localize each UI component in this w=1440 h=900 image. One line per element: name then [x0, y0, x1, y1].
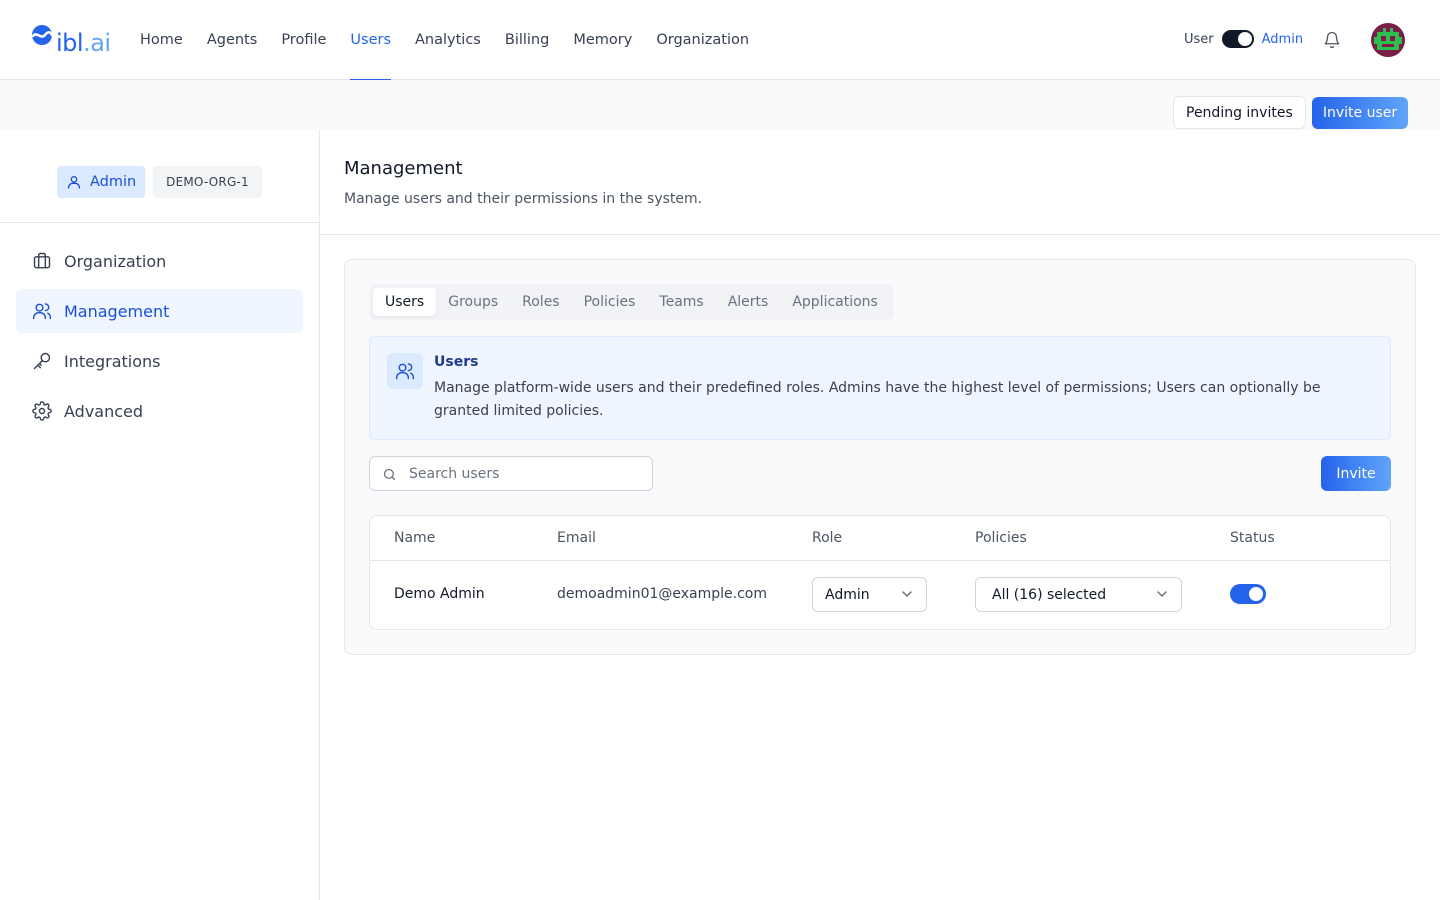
info-title: Users	[434, 354, 479, 370]
mode-toggle-knob	[1237, 32, 1252, 46]
page-header: Management Manage users and their permis…	[320, 130, 1440, 235]
users-info-icon-box	[387, 353, 423, 389]
policies-select[interactable]: All (16) selected	[975, 577, 1182, 612]
user-email: demoadmin01@example.com	[557, 586, 767, 602]
sidebar-item-label: Organization	[64, 251, 167, 271]
mode-user-label: User	[1184, 31, 1214, 47]
top-navigation: ibl.ai Home Agents Profile Users Analyti…	[0, 0, 1440, 81]
tab-policies[interactable]: Policies	[572, 288, 648, 316]
users-table: Name Email Role Policies Status Demo Adm…	[369, 515, 1391, 630]
policies-select-value: All (16) selected	[992, 586, 1107, 603]
sidebar-nav: Organization Management Integrations Adv…	[16, 239, 303, 439]
org-badge: DEMO-ORG-1	[153, 166, 262, 198]
sidebar: Admin DEMO-ORG-1 Organization Management	[0, 130, 320, 900]
search-input[interactable]	[409, 457, 645, 490]
column-header-name: Name	[394, 530, 436, 546]
logo-wave-icon	[31, 25, 54, 45]
management-card: Users Groups Roles Policies Teams Alerts…	[344, 259, 1416, 655]
ibl-logo[interactable]: ibl.ai	[30, 22, 111, 58]
briefcase-icon	[33, 252, 51, 269]
logo-text-suffix: .ai	[83, 29, 111, 57]
tab-roles[interactable]: Roles	[510, 288, 571, 316]
tab-teams[interactable]: Teams	[647, 288, 715, 316]
column-header-policies: Policies	[975, 530, 1027, 546]
nav-agents[interactable]: Agents	[195, 0, 269, 80]
nav-users[interactable]: Users	[338, 0, 403, 81]
table-row: Demo Admin demoadmin01@example.com Admin…	[370, 561, 1390, 629]
invite-user-button[interactable]: Invite user	[1312, 97, 1408, 129]
gear-icon	[32, 401, 52, 421]
key-icon	[33, 352, 51, 370]
user-icon	[68, 176, 80, 189]
user-avatar[interactable]	[1371, 23, 1405, 57]
nav-analytics[interactable]: Analytics	[403, 0, 493, 80]
sidebar-item-advanced[interactable]: Advanced	[16, 389, 303, 433]
sidebar-item-organization[interactable]: Organization	[16, 239, 303, 283]
nav-profile[interactable]: Profile	[269, 0, 338, 80]
table-header: Name Email Role Policies Status	[370, 516, 1390, 561]
role-badge: Admin	[57, 166, 146, 198]
action-bar: Pending invites Invite user	[0, 80, 1440, 130]
nav-memory[interactable]: Memory	[561, 0, 644, 80]
chevron-down-icon	[902, 591, 912, 597]
logo-text: ibl.ai	[56, 28, 111, 58]
tab-users[interactable]: Users	[373, 288, 437, 316]
chevron-down-icon	[1157, 591, 1167, 597]
tab-groups[interactable]: Groups	[436, 288, 510, 316]
sidebar-item-label: Advanced	[64, 401, 144, 421]
sidebar-item-label: Management	[64, 301, 170, 321]
role-select[interactable]: Admin	[812, 577, 927, 612]
page-title: Management	[344, 158, 463, 179]
page-subtitle: Manage users and their permissions in th…	[344, 191, 703, 207]
sidebar-header: Admin DEMO-ORG-1	[0, 130, 319, 223]
column-header-email: Email	[557, 530, 596, 546]
role-badge-label: Admin	[90, 174, 137, 190]
users-icon	[395, 363, 415, 380]
nav-organization[interactable]: Organization	[644, 0, 761, 80]
sidebar-item-management[interactable]: Management	[16, 289, 303, 333]
tab-applications[interactable]: Applications	[780, 288, 890, 316]
main-nav: Home Agents Profile Users Analytics Bill…	[128, 0, 761, 81]
column-header-status: Status	[1230, 530, 1275, 546]
sidebar-item-label: Integrations	[64, 351, 161, 371]
sidebar-item-integrations[interactable]: Integrations	[16, 339, 303, 383]
logo-text-main: ibl	[56, 29, 84, 57]
nav-home[interactable]: Home	[128, 0, 195, 80]
management-tabs: Users Groups Roles Policies Teams Alerts…	[369, 284, 894, 320]
info-text: Manage platform-wide users and their pre…	[434, 380, 1321, 419]
status-toggle-knob	[1249, 587, 1263, 601]
column-header-role: Role	[812, 530, 843, 546]
mode-switch: User Admin	[1184, 28, 1303, 50]
nav-billing[interactable]: Billing	[493, 0, 561, 80]
status-toggle[interactable]	[1230, 584, 1266, 604]
notifications-bell-icon[interactable]	[1323, 31, 1341, 49]
search-box	[369, 456, 653, 491]
users-info-box: Users Manage platform-wide users and the…	[369, 336, 1391, 440]
mode-admin-label: Admin	[1261, 31, 1304, 47]
pending-invites-button[interactable]: Pending invites	[1173, 96, 1306, 129]
users-icon	[32, 303, 52, 320]
tab-alerts[interactable]: Alerts	[716, 288, 781, 316]
role-select-value: Admin	[825, 586, 870, 603]
search-icon	[383, 468, 396, 481]
invite-button[interactable]: Invite	[1321, 456, 1391, 491]
mode-toggle[interactable]	[1221, 30, 1254, 48]
user-name: Demo Admin	[394, 586, 485, 602]
